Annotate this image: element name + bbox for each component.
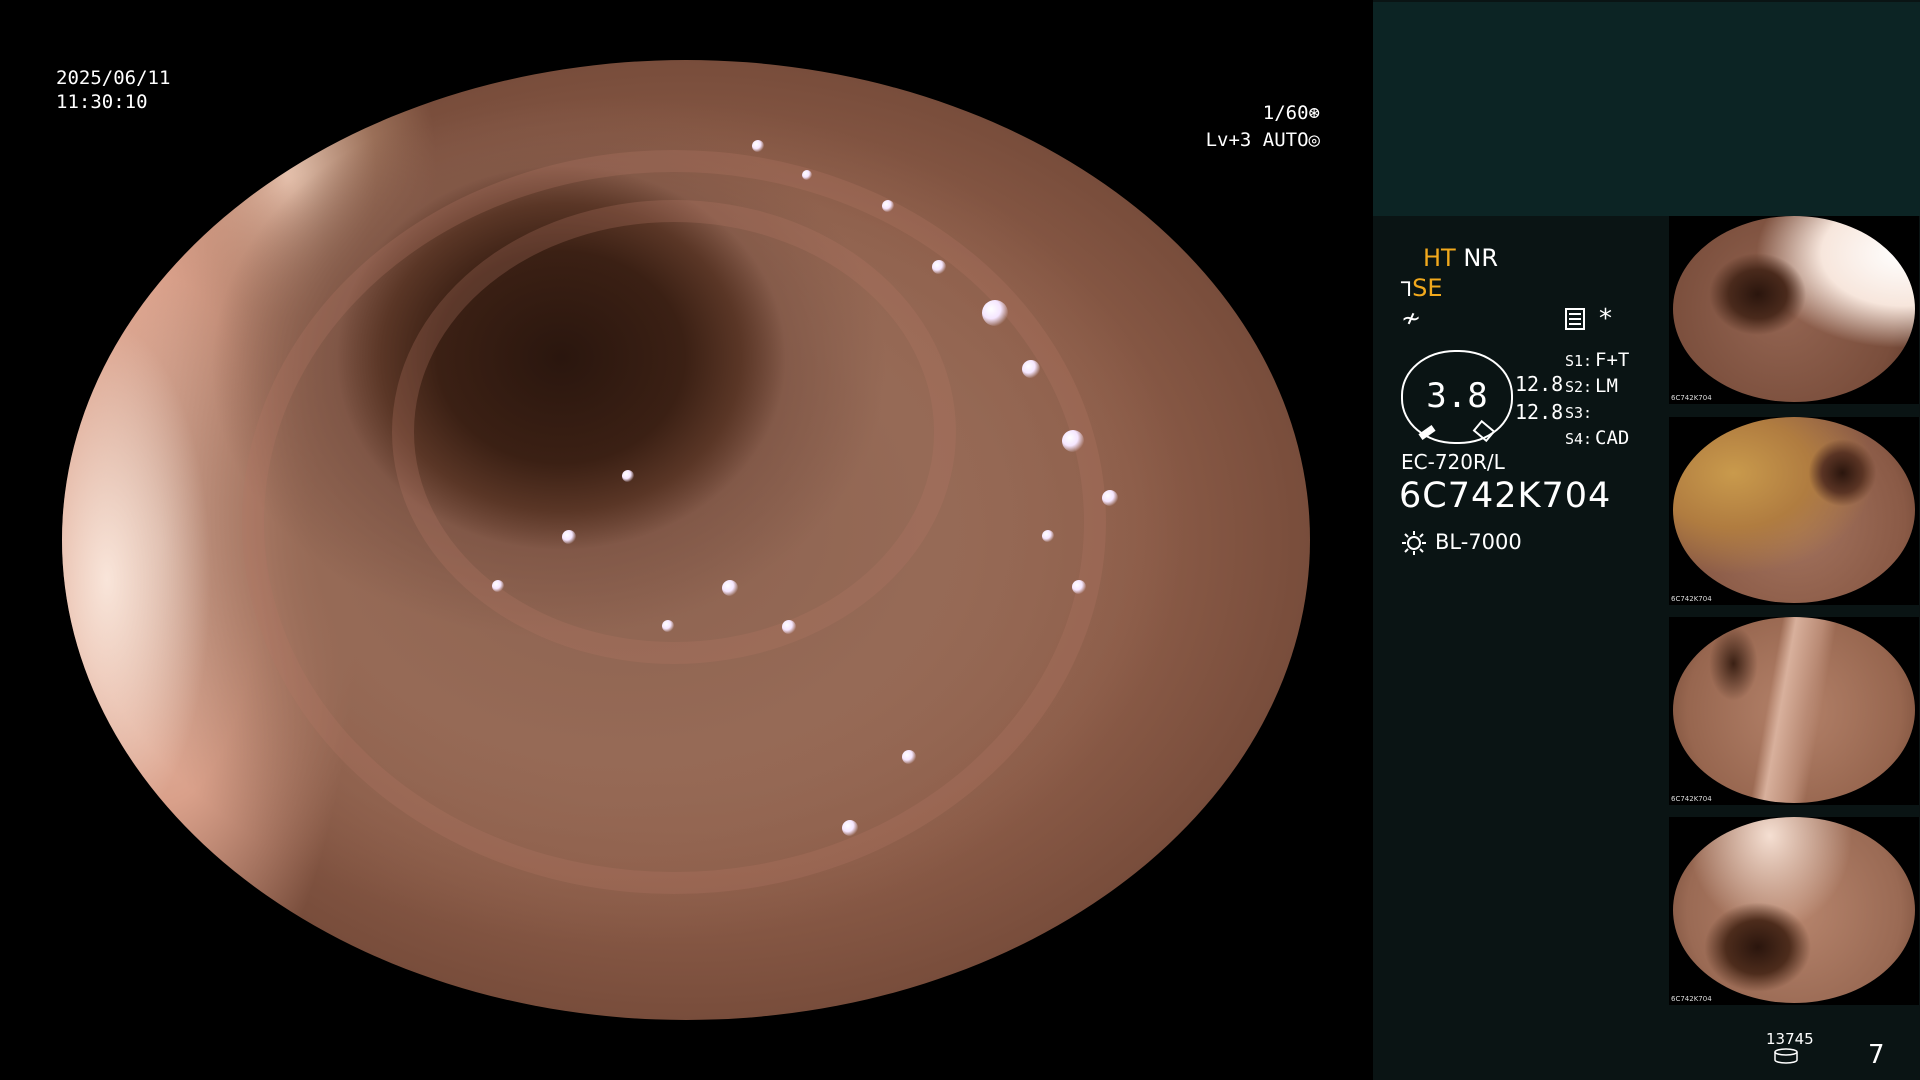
light-source-row: BL-7000 [1401,530,1522,556]
bubble [622,470,634,482]
structure-enhance-icon: ⅂ [1401,277,1413,301]
date-text: 2025/06/11 [56,67,171,89]
bubble [932,260,946,274]
iris-icon: ◎ [1308,129,1320,151]
thumbnail-image [1673,617,1915,803]
light-source-text: BL-7000 [1435,530,1522,554]
bubble [842,820,858,836]
settings-icon [1565,308,1585,330]
brightness-level: Lv+3 AUTO◎ [1160,127,1320,154]
thumbnail-image [1673,817,1915,1003]
thumbnail-caption: 6C742K704 [1671,795,1712,803]
bubble [902,750,916,764]
setting-s1: S1: F+T [1565,348,1629,374]
scope-serial: 6C742K704 [1399,476,1612,516]
bubble [1062,430,1084,452]
bubble [562,530,576,544]
bubble [752,140,764,152]
setting-s2: S2: LM [1565,374,1629,400]
bubble [722,580,738,596]
setting-value: LM [1595,375,1618,397]
bubble [1072,580,1086,594]
level-text: Lv+3 AUTO [1205,129,1309,151]
switch-settings-list: S1: F+T S2: LM S3: S4: CAD [1565,348,1629,452]
zoom-indicator: 3.8 [1401,350,1513,444]
setting-value: F+T [1595,349,1630,371]
setting-key: S2: [1565,378,1593,396]
endoscopic-image [62,60,1310,1020]
mode-row-ht-nr: HT NR [1423,244,1498,272]
setting-key: S1: [1565,352,1593,370]
setting-key: S3: [1565,404,1593,422]
zoom-marker-right-icon [1472,419,1496,443]
setting-key: S4: [1565,430,1593,448]
mode-row-se: ⅂SE [1401,274,1443,302]
thumbnail-1[interactable]: 6C742K704 [1669,216,1919,404]
mode-se: SE [1412,274,1443,302]
time-text: 11:30:10 [56,91,148,113]
bubble [1042,530,1054,542]
thumbnail-image [1673,417,1915,603]
bubble [802,170,812,180]
mode-row-3: ≁ [1401,304,1421,332]
mucosal-fold [242,150,1106,894]
panel-header-block [1373,2,1920,216]
image-glare [62,320,212,840]
bubble [982,300,1008,326]
setting-s3: S3: [1565,400,1629,426]
timestamp: 2025/06/11 11:30:10 [56,66,170,114]
storage-icon [1774,1048,1798,1064]
thumbnail-caption: 6C742K704 [1671,394,1712,402]
thumbnail-2[interactable]: 6C742K704 [1669,417,1919,605]
thumbnail-image [1673,216,1915,402]
zoom-value: 3.8 [1426,376,1488,416]
shutter-icon: ⊛ [1308,102,1320,124]
bubble [1102,490,1118,506]
page-number: 7 [1868,1040,1885,1070]
setting-s4: S4: CAD [1565,426,1629,452]
bubble [1022,360,1040,378]
scope-model: EC-720R/L [1401,450,1505,474]
shutter-speed: 1/60⊛ [1160,100,1320,127]
bubble [882,200,894,212]
zoom-sub-values: 12.8 12.8 [1515,370,1563,426]
mode-ht: HT [1423,244,1456,272]
zoom-sub-1: 12.8 [1515,372,1564,396]
mode-nr: NR [1463,244,1498,272]
zoom-sub-2: 12.8 [1515,400,1564,424]
thumbnail-caption: 6C742K704 [1671,595,1712,603]
bubble [662,620,674,632]
endoscope-main-view: 2025/06/11 11:30:10 1/60⊛ Lv+3 AUTO◎ [0,0,1373,1080]
shutter-text: 1/60 [1262,102,1309,124]
zoom-marker-left-icon [1418,425,1436,440]
setting-value: CAD [1595,427,1630,449]
exposure-settings: 1/60⊛ Lv+3 AUTO◎ [1160,100,1320,154]
thumbnail-4[interactable]: 6C742K704 [1669,817,1919,1005]
asterisk-icon: * [1599,304,1612,334]
light-source-icon [1402,531,1426,555]
thumbnail-caption: 6C742K704 [1671,995,1712,1003]
thumbnail-3[interactable]: 6C742K704 [1669,617,1919,805]
bubble [782,620,796,634]
color-enhance-icon: ≁ [1401,304,1422,332]
image-counter: 13745 [1766,1030,1814,1048]
bubble [492,580,504,592]
